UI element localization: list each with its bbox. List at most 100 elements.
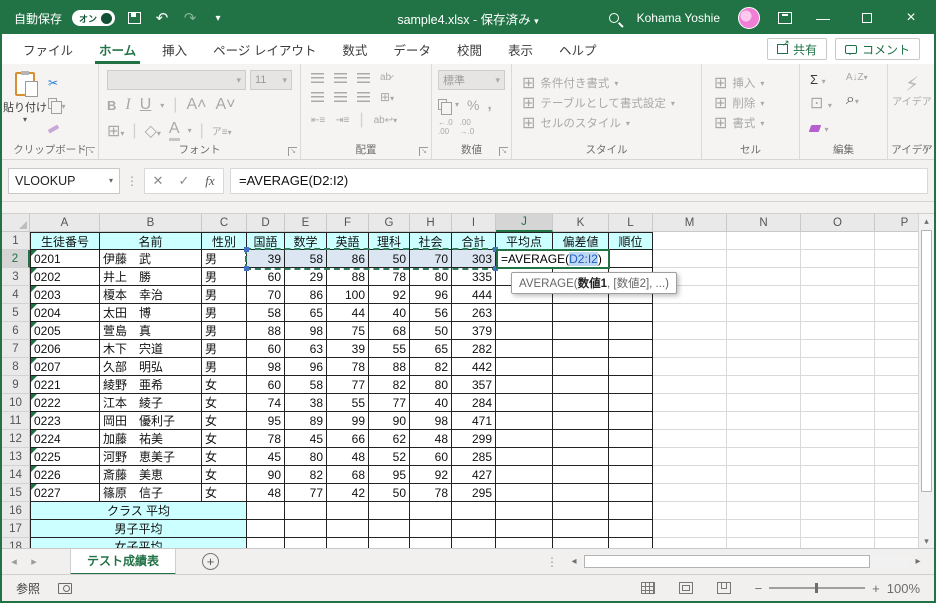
cell-I3[interactable]: 335 — [452, 268, 496, 286]
cell-E18[interactable] — [285, 538, 327, 548]
cell-D13[interactable]: 45 — [247, 448, 285, 466]
cell-M12[interactable] — [653, 430, 727, 448]
format-as-table-button[interactable]: ⊞テーブルとして書式設定▾ — [522, 93, 697, 113]
cell-N6[interactable] — [727, 322, 801, 340]
cell-E5[interactable]: 65 — [285, 304, 327, 322]
cell-G11[interactable]: 90 — [369, 412, 410, 430]
maximize-button[interactable] — [854, 10, 880, 26]
cell-N17[interactable] — [727, 520, 801, 538]
cell-J17[interactable] — [496, 520, 553, 538]
cell-K14[interactable] — [553, 466, 609, 484]
number-dialog-launcher[interactable]: ↘ — [499, 147, 508, 156]
cell-P7[interactable] — [875, 340, 918, 358]
increase-decimal-button[interactable]: ←.0.00 — [438, 118, 453, 136]
column-header-A[interactable]: A — [30, 214, 100, 232]
cell-I6[interactable]: 379 — [452, 322, 496, 340]
cell-P5[interactable] — [875, 304, 918, 322]
cell-K15[interactable] — [553, 484, 609, 502]
cell-H8[interactable]: 82 — [410, 358, 452, 376]
cell-H2[interactable]: 70 — [410, 250, 452, 268]
cell-I9[interactable]: 357 — [452, 376, 496, 394]
row-header-7[interactable]: 7 — [2, 340, 30, 358]
cell-A2[interactable]: 0201 — [30, 250, 100, 268]
cell-M2[interactable] — [653, 250, 727, 268]
cell-D8[interactable]: 98 — [247, 358, 285, 376]
cell-K1[interactable]: 偏差値 — [553, 232, 609, 250]
cell-M15[interactable] — [653, 484, 727, 502]
autosave-toggle[interactable]: オン — [72, 10, 115, 26]
cell-I1[interactable]: 合計 — [452, 232, 496, 250]
cell-P1[interactable] — [875, 232, 918, 250]
cell-O4[interactable] — [801, 286, 875, 304]
cell-G10[interactable]: 77 — [369, 394, 410, 412]
merged-summary-cell-17[interactable]: 男子平均 — [30, 520, 247, 538]
cell-C13[interactable]: 女 — [202, 448, 247, 466]
cell-D6[interactable]: 88 — [247, 322, 285, 340]
cell-J16[interactable] — [496, 502, 553, 520]
cell-B13[interactable]: 河野 恵美子 — [100, 448, 202, 466]
cell-C8[interactable]: 男 — [202, 358, 247, 376]
cell-K10[interactable] — [553, 394, 609, 412]
scroll-left-icon[interactable]: ◂ — [566, 556, 582, 567]
phonetic-button[interactable]: ア≡▾ — [212, 123, 232, 138]
cell-N10[interactable] — [727, 394, 801, 412]
cell-D15[interactable]: 48 — [247, 484, 285, 502]
cell-J11[interactable] — [496, 412, 553, 430]
cell-P13[interactable] — [875, 448, 918, 466]
cell-C11[interactable]: 女 — [202, 412, 247, 430]
cell-E16[interactable] — [285, 502, 327, 520]
cell-D12[interactable]: 78 — [247, 430, 285, 448]
cell-G7[interactable]: 55 — [369, 340, 410, 358]
sort-filter-button[interactable]: A↓Z▾ — [846, 72, 868, 83]
cell-B1[interactable]: 名前 — [100, 232, 202, 250]
cell-F4[interactable]: 100 — [327, 286, 369, 304]
cell-M17[interactable] — [653, 520, 727, 538]
cell-E6[interactable]: 98 — [285, 322, 327, 340]
cell-L15[interactable] — [609, 484, 653, 502]
cell-G14[interactable]: 95 — [369, 466, 410, 484]
cell-N3[interactable] — [727, 268, 801, 286]
cell-C2[interactable]: 男 — [202, 250, 247, 268]
column-header-M[interactable]: M — [653, 214, 727, 232]
cell-F17[interactable] — [327, 520, 369, 538]
zoom-level[interactable]: 100% — [887, 581, 920, 596]
increase-font-button[interactable]: A˄ — [186, 96, 206, 114]
cell-F7[interactable]: 39 — [327, 340, 369, 358]
cell-K8[interactable] — [553, 358, 609, 376]
cell-K6[interactable] — [553, 322, 609, 340]
cell-G8[interactable]: 88 — [369, 358, 410, 376]
row-header-5[interactable]: 5 — [2, 304, 30, 322]
column-header-H[interactable]: H — [410, 214, 452, 232]
column-header-J[interactable]: J — [496, 214, 553, 232]
cell-G9[interactable]: 82 — [369, 376, 410, 394]
cell-K12[interactable] — [553, 430, 609, 448]
zoom-in-button[interactable]: + — [872, 581, 880, 596]
cell-C6[interactable]: 男 — [202, 322, 247, 340]
fill-color-button[interactable]: ◇▾ — [145, 121, 161, 141]
name-box[interactable]: VLOOKUP▾ — [8, 168, 120, 194]
paste-button[interactable]: 貼り付け ▾ — [2, 64, 48, 136]
cell-K5[interactable] — [553, 304, 609, 322]
cell-A10[interactable]: 0222 — [30, 394, 100, 412]
italic-button[interactable]: I — [125, 96, 130, 114]
cell-A4[interactable]: 0203 — [30, 286, 100, 304]
cell-I7[interactable]: 282 — [452, 340, 496, 358]
cell-G15[interactable]: 50 — [369, 484, 410, 502]
undo-button[interactable]: ↶ — [153, 9, 171, 27]
row-header-18[interactable]: 18 — [2, 538, 30, 548]
cell-D10[interactable]: 74 — [247, 394, 285, 412]
cell-styles-button[interactable]: ⊞セルのスタイル▾ — [522, 113, 697, 133]
cell-A8[interactable]: 0207 — [30, 358, 100, 376]
comments-button[interactable]: コメント — [835, 38, 920, 60]
cell-G13[interactable]: 52 — [369, 448, 410, 466]
cell-F15[interactable]: 42 — [327, 484, 369, 502]
cell-M10[interactable] — [653, 394, 727, 412]
cell-E7[interactable]: 63 — [285, 340, 327, 358]
scroll-up-icon[interactable]: ▴ — [919, 214, 934, 228]
cell-J8[interactable] — [496, 358, 553, 376]
tab-file[interactable]: ファイル — [19, 34, 77, 64]
cell-D18[interactable] — [247, 538, 285, 548]
cell-I8[interactable]: 442 — [452, 358, 496, 376]
share-button[interactable]: 共有 — [767, 38, 827, 60]
cell-O15[interactable] — [801, 484, 875, 502]
